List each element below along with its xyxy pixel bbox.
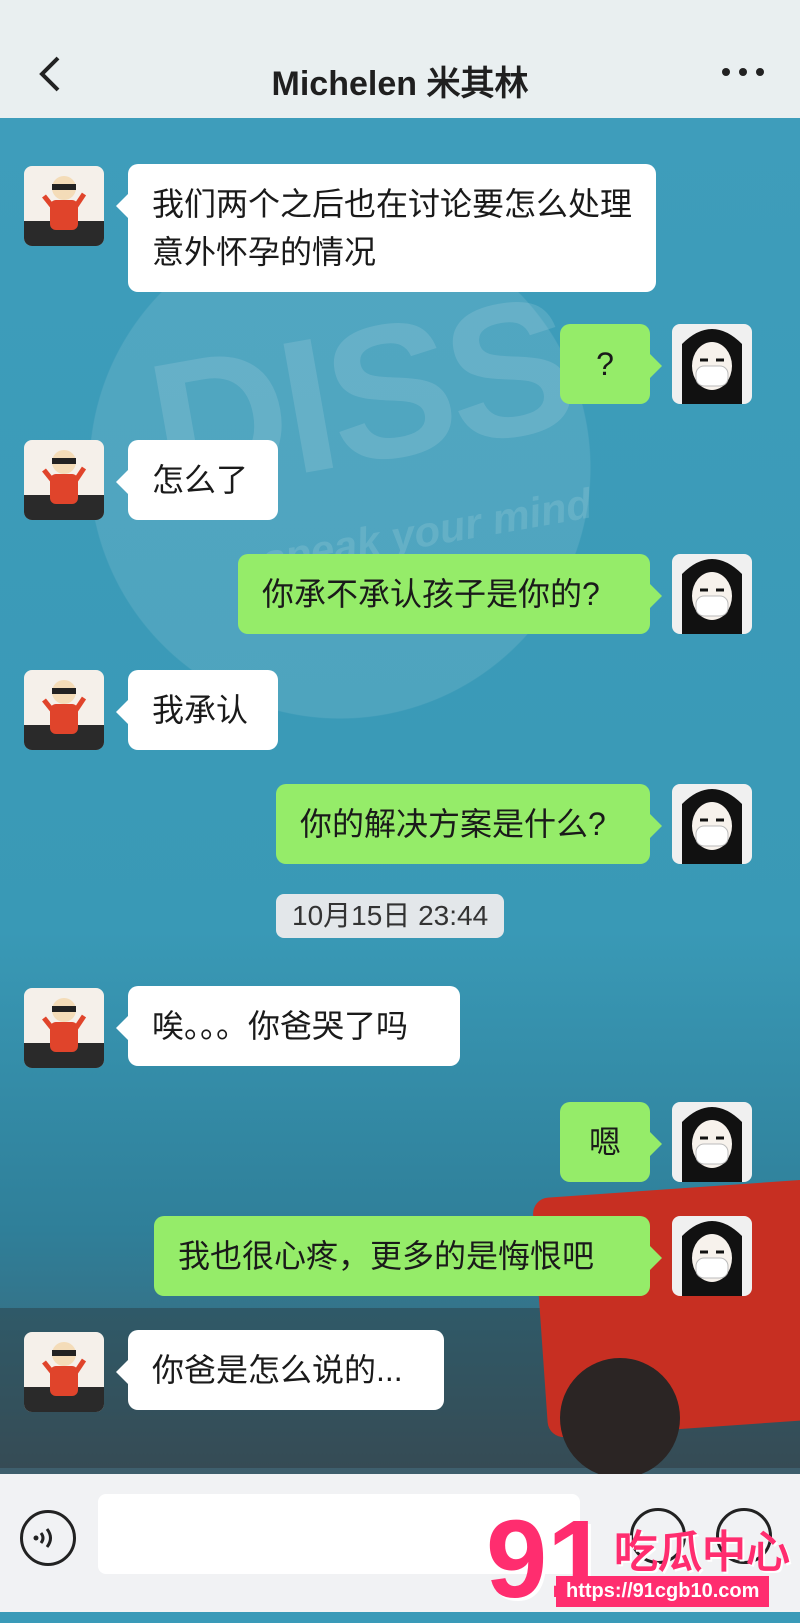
message-bubble-incoming: 唉。。。你爸哭了吗 [116,986,460,1066]
message-bubble-incoming: 你爸是怎么说的... [116,1330,444,1410]
contact-avatar[interactable] [24,1332,104,1412]
user-avatar[interactable] [672,1102,752,1182]
more-icon[interactable] [718,60,768,84]
message-bubble-outgoing: 嗯 [560,1102,662,1182]
message-bubble-outgoing: 你的解决方案是什么? [276,784,662,864]
site-watermark-url: https://91cgb10.com [556,1576,770,1607]
contact-avatar[interactable] [24,440,104,520]
contact-avatar[interactable] [24,988,104,1068]
timestamp: 10月15日 23:44 [276,894,505,938]
chat-title: Michelen 米其林 [271,65,529,103]
truck-wheel-illustration [560,1358,680,1474]
message-bubble-outgoing: ? [560,324,662,404]
message-bubble-incoming: 我们两个之后也在讨论要怎么处理意外怀孕的情况 [116,164,656,292]
message-bubble-incoming: 怎么了 [116,440,278,520]
contact-avatar[interactable] [24,166,104,246]
user-avatar[interactable] [672,784,752,864]
user-avatar[interactable] [672,1216,752,1296]
user-avatar[interactable] [672,554,752,634]
site-watermark-text: 吃瓜中心 [614,1528,790,1577]
contact-avatar[interactable] [24,670,104,750]
message-bubble-outgoing: 我也很心疼，更多的是悔恨吧 [154,1216,662,1296]
voice-icon[interactable] [20,1510,76,1566]
user-avatar[interactable] [672,324,752,404]
chat-area: DISS speak your mind 我们两个之后也在讨论要怎么处理意外怀孕… [0,118,800,1474]
message-bubble-incoming: 我承认 [116,670,278,750]
message-bubble-outgoing: 你承不承认孩子是你的? [238,554,662,634]
chat-header: Michelen 米其林 [0,0,800,118]
